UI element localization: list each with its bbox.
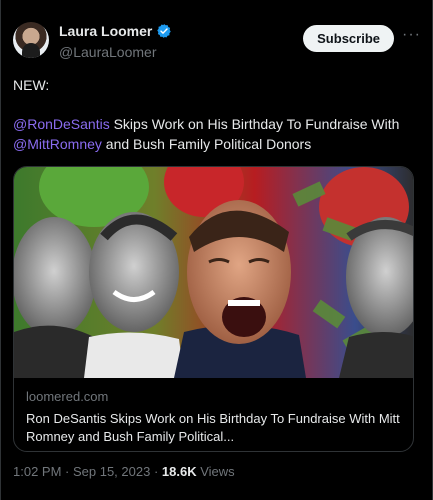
tweet-header: Laura Loomer @LauraLoomer Subscribe ··· — [13, 22, 420, 62]
meta-separator: · — [61, 464, 73, 479]
link-card[interactable]: loomered.com Ron DeSantis Skips Work on … — [13, 166, 414, 452]
tweet-body-text-2: and Bush Family Political Donors — [101, 136, 312, 152]
views-label: Views — [196, 464, 235, 479]
verified-badge-icon — [157, 24, 172, 38]
display-name[interactable]: Laura Loomer — [59, 23, 152, 39]
mention-rondesantis[interactable]: @RonDeSantis — [13, 116, 110, 132]
tweet-meta: 1:02 PM · Sep 15, 2023 · 18.6K Views — [13, 464, 235, 479]
author-names[interactable]: Laura Loomer @LauraLoomer — [59, 23, 172, 60]
tweet-body: @RonDeSantis Skips Work on His Birthday … — [13, 114, 418, 154]
views-count: 18.6K — [161, 464, 197, 479]
link-card-image[interactable] — [14, 167, 414, 378]
link-card-meta: loomered.com Ron DeSantis Skips Work on … — [26, 389, 401, 446]
mention-mittromney[interactable]: @MittRomney — [13, 136, 102, 152]
tweet-time[interactable]: 1:02 PM — [13, 464, 61, 479]
tweet-text: NEW: @RonDeSantis Skips Work on His Birt… — [13, 75, 418, 173]
link-card-title: Ron DeSantis Skips Work on His Birthday … — [26, 411, 400, 444]
more-options-icon[interactable]: ··· — [402, 27, 420, 46]
tweet-date[interactable]: Sep 15, 2023 — [73, 464, 150, 479]
link-card-domain: loomered.com — [26, 389, 109, 404]
meta-separator: · — [150, 464, 162, 479]
tweet-line-new: NEW: — [13, 77, 50, 93]
tweet-container: Laura Loomer @LauraLoomer Subscribe ··· … — [0, 0, 433, 500]
subscribe-button[interactable]: Subscribe — [303, 25, 394, 52]
tweet-body-text-1: Skips Work on His Birthday To Fundraise … — [109, 116, 400, 132]
avatar[interactable] — [13, 22, 49, 58]
handle[interactable]: @LauraLoomer — [59, 44, 172, 60]
display-name-row[interactable]: Laura Loomer — [59, 23, 172, 39]
